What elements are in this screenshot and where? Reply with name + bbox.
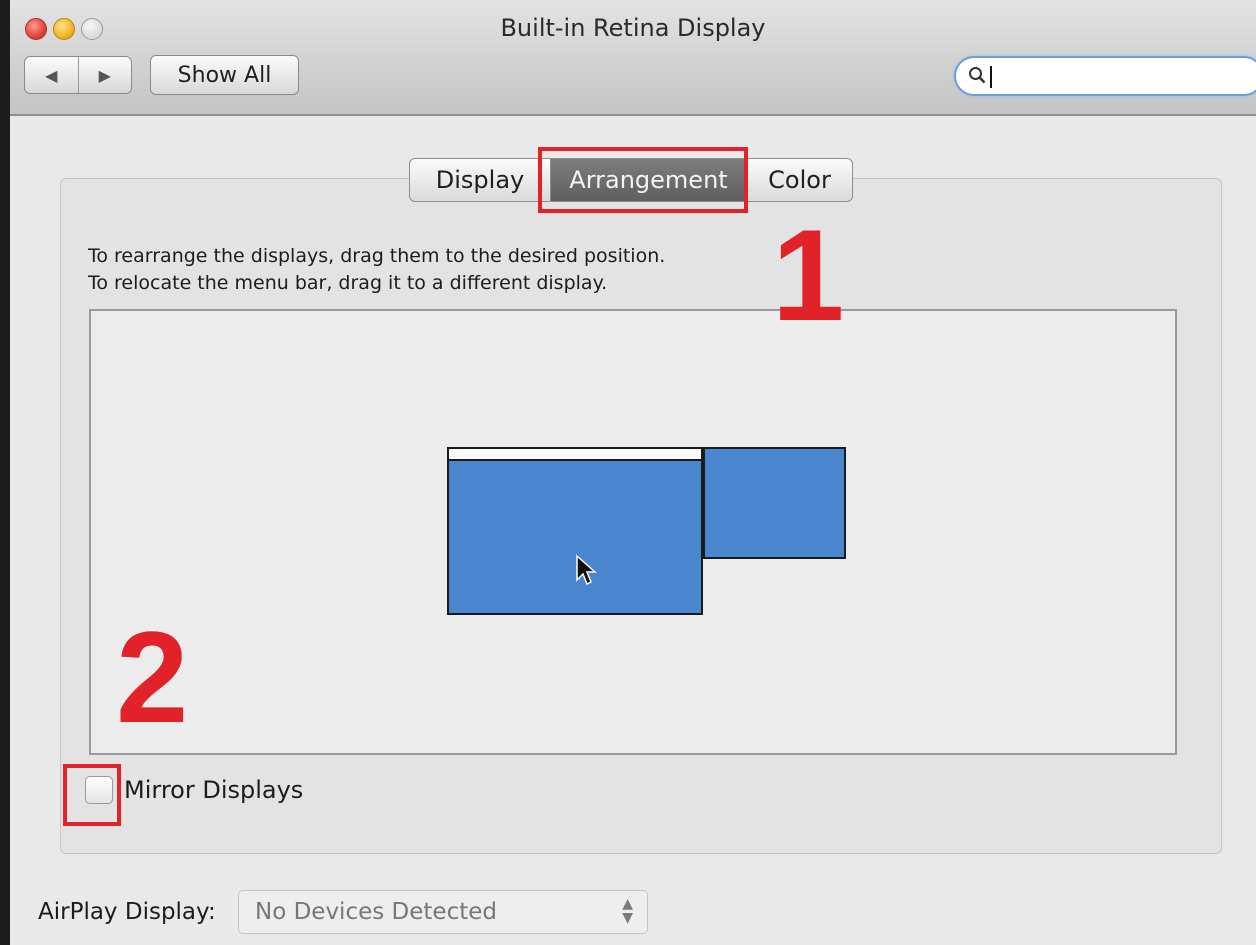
back-forward-control: ◀ ▶ [24, 56, 132, 94]
search-icon [969, 67, 986, 84]
title-toolbar: Built-in Retina Display ◀ ▶ Show All [10, 0, 1256, 116]
annotation-step-2: 2 [116, 604, 189, 750]
main-display-rectangle[interactable] [447, 447, 703, 615]
instruction-line-2: To relocate the menu bar, drag it to a d… [88, 272, 608, 294]
instruction-line-1: To rearrange the displays, drag them to … [88, 245, 666, 267]
annotation-step-1: 1 [772, 202, 845, 348]
menu-bar-handle[interactable] [449, 449, 701, 461]
tab-display[interactable]: Display [410, 159, 550, 201]
annotation-highlight-arrangement-tab [538, 147, 748, 213]
mirror-displays-label: Mirror Displays [124, 776, 304, 804]
back-button[interactable]: ◀ [25, 57, 78, 93]
text-caret [990, 66, 992, 88]
search-input[interactable] [954, 56, 1256, 96]
airplay-display-select[interactable]: No Devices Detected ▲ ▼ [238, 890, 648, 934]
show-all-button[interactable]: Show All [150, 55, 299, 95]
window-title: Built-in Retina Display [500, 14, 766, 42]
airplay-display-label: AirPlay Display: [38, 899, 216, 925]
updown-chevron-icon: ▲ ▼ [622, 896, 633, 926]
forward-button[interactable]: ▶ [77, 57, 132, 93]
mouse-pointer-icon [576, 554, 597, 586]
secondary-display-rectangle[interactable] [703, 447, 846, 559]
arrangement-instructions: To rearrange the displays, drag them to … [88, 243, 665, 297]
tab-color[interactable]: Color [746, 159, 852, 201]
airplay-selected-value: No Devices Detected [255, 899, 497, 925]
annotation-highlight-mirror-checkbox [63, 764, 121, 826]
